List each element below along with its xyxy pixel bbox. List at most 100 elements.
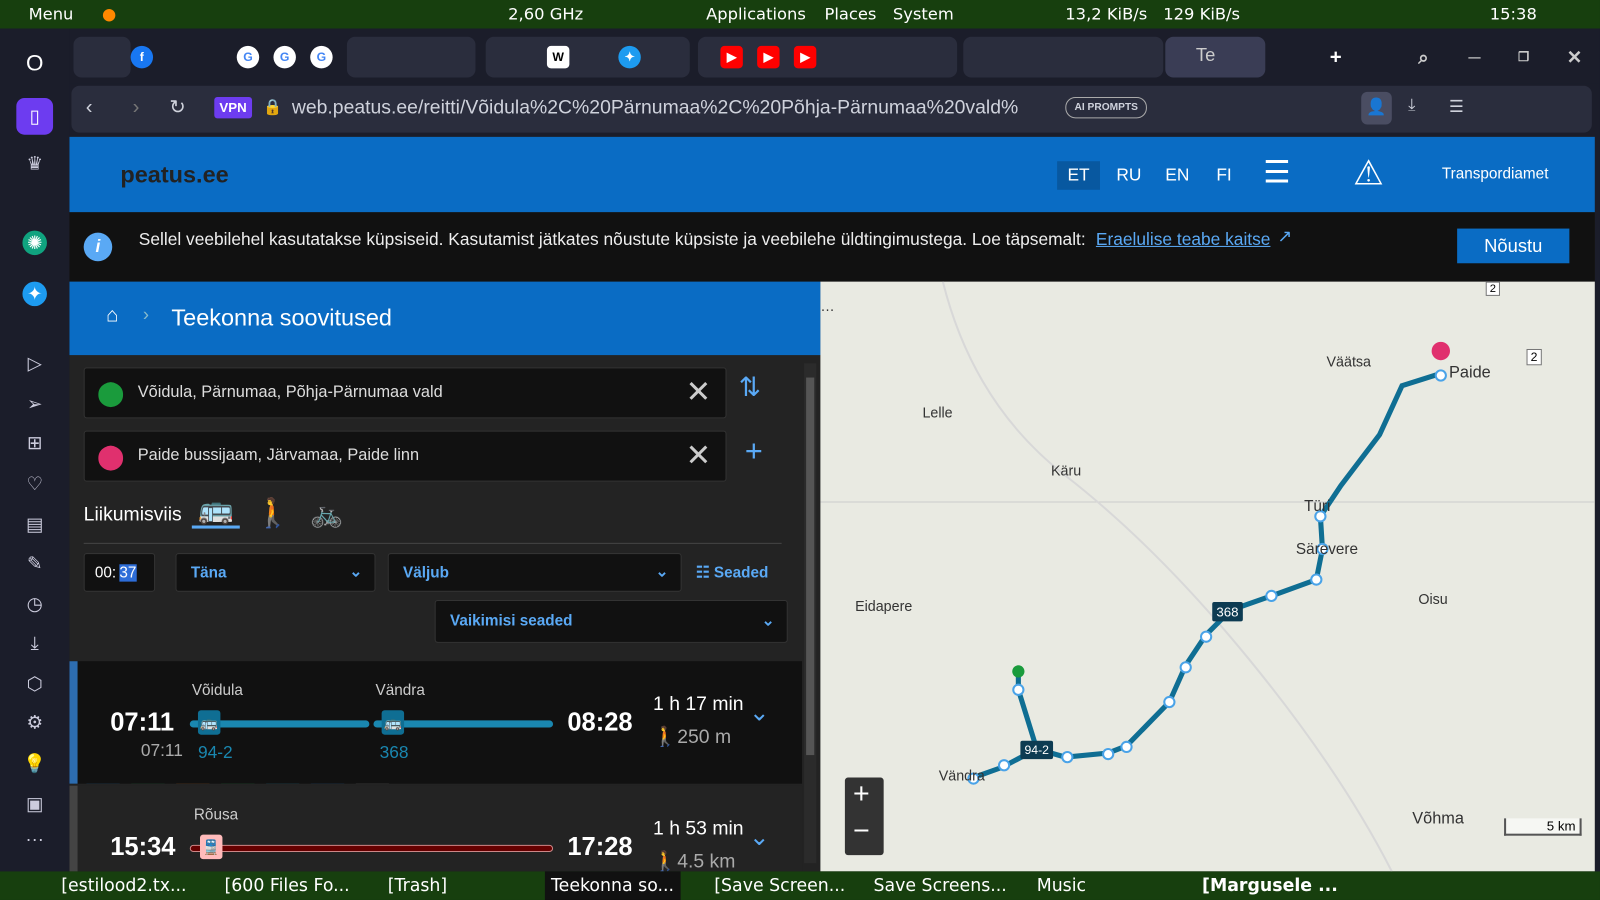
search-tabs-icon[interactable]: ⌕ [1412, 46, 1434, 68]
task-item[interactable]: Save Screens... [873, 876, 1006, 896]
google-icon[interactable]: G [236, 45, 260, 69]
bus-mode-tab[interactable]: 🚌 [191, 492, 240, 529]
external-link-icon[interactable]: ↗ [1278, 227, 1293, 247]
settings-icon[interactable]: ⚙ [22, 710, 46, 734]
destination-input[interactable]: ⬤ Paide bussijaam, Järvamaa, Paide linn … [83, 430, 727, 482]
walk-mode-tab[interactable]: 🚶 [255, 496, 291, 530]
task-item[interactable]: [Margusele ... [1202, 876, 1338, 896]
route-badge[interactable]: 94-2 [1020, 740, 1054, 760]
forward-icon[interactable]: › [133, 96, 140, 119]
chatgpt-icon[interactable]: ✺ [22, 230, 47, 256]
time-input[interactable]: 00: 37 [83, 553, 156, 592]
twitter-icon[interactable]: ✦ [22, 281, 47, 307]
profile-icon[interactable]: 👤 [1361, 91, 1392, 125]
lang-et[interactable]: ET [1057, 161, 1100, 190]
privacy-link[interactable]: Eraelulise teabe kaitse [1096, 230, 1271, 250]
send-icon[interactable]: ➢ [22, 392, 46, 416]
places-menu[interactable]: Places [824, 4, 876, 23]
tab-group[interactable] [73, 36, 131, 78]
clear-origin-icon[interactable]: ✕ [686, 374, 712, 410]
add-via-icon[interactable]: + [745, 435, 763, 470]
reload-icon[interactable]: ↻ [169, 96, 185, 119]
task-item[interactable]: [Save Screen... [714, 876, 845, 896]
divider [83, 542, 782, 544]
settings-button[interactable]: ☷ Seaded [696, 563, 768, 581]
schedule-icon[interactable]: ☰ [1263, 155, 1290, 191]
clear-destination-icon[interactable]: ✕ [686, 438, 712, 474]
task-item[interactable]: Music [1037, 876, 1086, 896]
wikipedia-icon[interactable]: W [546, 45, 570, 69]
itinerary-1[interactable]: Võidula Vändra 07:11 07:11 🚌 🚌 94-2 368 … [69, 661, 803, 784]
apps-icon[interactable]: ⊞ [22, 431, 46, 455]
downloads-icon[interactable]: ⤓ [1408, 97, 1415, 115]
ai-prompts-button[interactable]: AI PROMPTS [1065, 96, 1148, 119]
zoom-in-button[interactable]: + [853, 778, 870, 811]
twitter-icon[interactable]: ✦ [618, 45, 641, 69]
tab-group[interactable] [485, 36, 690, 78]
bulb-icon[interactable]: 💡 [22, 751, 46, 775]
expand-chevron-icon[interactable]: ⌄ [749, 822, 770, 852]
heart-icon[interactable]: ♡ [22, 471, 46, 495]
map[interactable]: … Väätsa Paide Lelle Käru Türi Särevere … [820, 281, 1595, 872]
easy-setup-icon[interactable]: ☰ [1449, 97, 1464, 117]
google-icon[interactable]: G [310, 45, 333, 69]
task-item[interactable]: [600 Files Fo... [224, 876, 349, 896]
vpn-badge[interactable]: VPN [214, 96, 252, 119]
map-label: Lelle [922, 404, 953, 421]
history-icon[interactable]: ◷ [22, 592, 46, 616]
back-icon[interactable]: ‹ [86, 96, 93, 119]
crown-icon[interactable]: ♛ [22, 151, 46, 175]
scrollbar[interactable] [804, 363, 817, 864]
minimize-icon[interactable]: — [1463, 46, 1485, 68]
expand-chevron-icon[interactable]: ⌄ [749, 698, 770, 728]
home-icon[interactable]: ⌂ [106, 304, 118, 327]
task-item[interactable]: [Trash] [388, 876, 447, 896]
warning-icon[interactable]: ⚠ [1353, 153, 1384, 194]
close-window-icon[interactable]: ✕ [1563, 46, 1585, 68]
opera-icon[interactable]: O [22, 51, 46, 75]
tab-group[interactable] [963, 36, 1164, 78]
depart-select[interactable]: Väljub ⌄ [387, 553, 682, 592]
lock-icon[interactable]: 🔒 [263, 98, 282, 116]
active-tab[interactable]: Te [1165, 36, 1266, 78]
url-text[interactable]: web.peatus.ee/reitti/Võidula%2C%20Pärnum… [292, 97, 1037, 119]
firefox-icon[interactable]: ● [102, 4, 116, 23]
clock[interactable]: 15:38 [1490, 4, 1537, 23]
google-icon[interactable]: G [273, 45, 296, 69]
origin-input[interactable]: ⬤ Võidula, Pärnumaa, Põhja-Pärnumaa vald… [83, 367, 727, 419]
scrollbar-thumb[interactable] [806, 377, 815, 756]
lang-ru[interactable]: RU [1116, 165, 1141, 185]
menu-button[interactable]: Menu [29, 4, 74, 23]
new-tab-icon[interactable]: + [1324, 46, 1346, 68]
swap-icon[interactable]: ⇅ [739, 371, 761, 403]
site-logo[interactable]: peatus.ee [120, 161, 228, 189]
news-icon[interactable]: ▤ [22, 512, 46, 536]
youtube-icon[interactable]: ▶ [793, 45, 817, 69]
zoom-out-button[interactable]: − [853, 814, 870, 847]
cube-icon[interactable]: ⬡ [22, 671, 46, 695]
accept-cookies-button[interactable]: Nõustu [1457, 228, 1570, 264]
youtube-icon[interactable]: ▶ [720, 45, 743, 69]
day-select[interactable]: Täna ⌄ [175, 553, 376, 592]
add-panel-icon[interactable]: ▣ [22, 792, 46, 816]
tab-group[interactable] [346, 36, 476, 78]
lang-en[interactable]: EN [1165, 165, 1189, 185]
reader-icon[interactable]: ▯ [16, 97, 54, 135]
default-settings-select[interactable]: Vaikimisi seaded ⌄ [434, 599, 788, 643]
transport-link[interactable]: Transpordiamet [1442, 165, 1549, 182]
itinerary-2[interactable]: Rõusa 15:34 🚆 17:28 1 h 53 min 🚶4.5 km ⌄ [69, 785, 803, 872]
task-item-active[interactable]: Teekonna so... [544, 871, 681, 900]
facebook-icon[interactable]: f [130, 45, 154, 69]
more-icon[interactable]: ··· [22, 827, 46, 851]
lang-fi[interactable]: FI [1216, 165, 1231, 185]
bike-mode-tab[interactable]: 🚲 [310, 498, 343, 530]
edit-icon[interactable]: ✎ [22, 551, 46, 575]
play-icon[interactable]: ▷ [22, 351, 46, 375]
applications-menu[interactable]: Applications [706, 4, 806, 23]
route-badge[interactable]: 368 [1212, 602, 1243, 622]
system-menu[interactable]: System [893, 4, 954, 23]
youtube-icon[interactable]: ▶ [757, 45, 780, 69]
task-item[interactable]: [estilood2.tx... [61, 876, 186, 896]
maximize-icon[interactable]: ❐ [1512, 46, 1534, 68]
download-icon[interactable]: ⤓ [22, 631, 46, 655]
